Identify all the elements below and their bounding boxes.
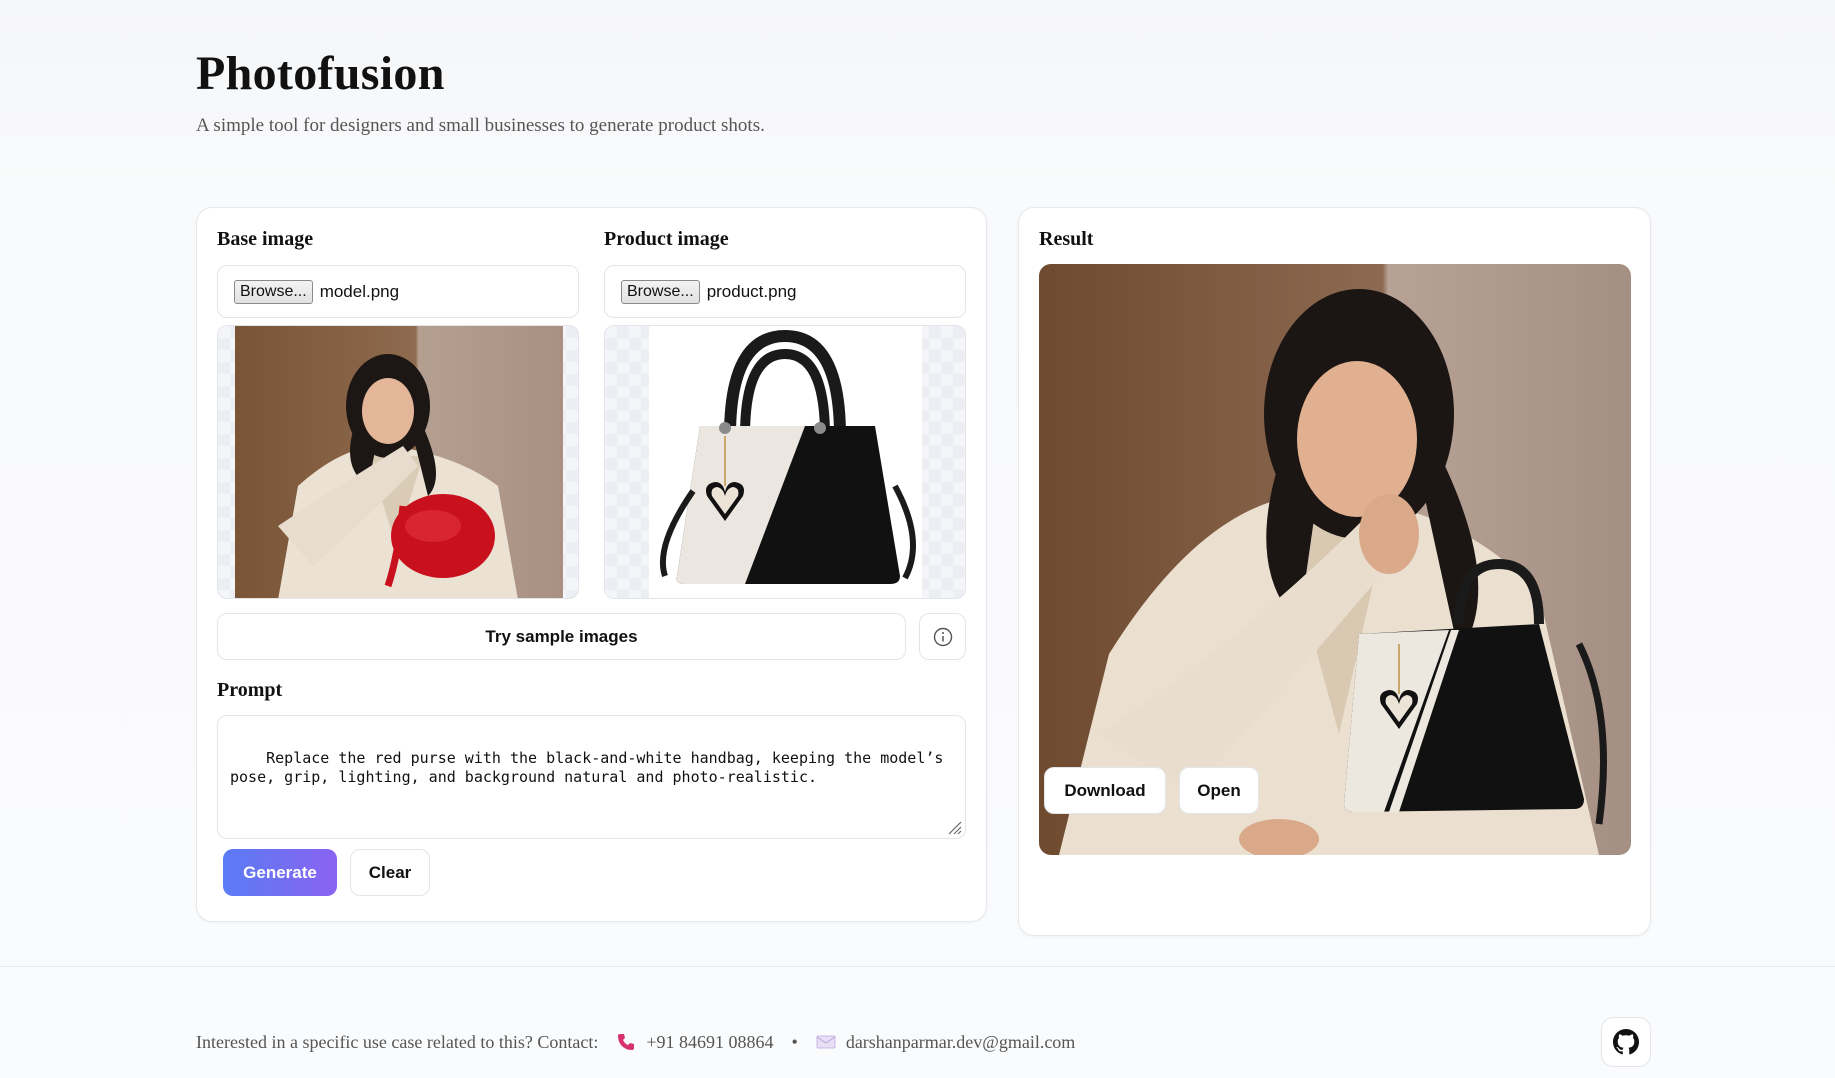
info-button[interactable] (919, 613, 966, 660)
model-photo (235, 326, 563, 598)
phone-icon (616, 1032, 636, 1052)
try-sample-images-button[interactable]: Try sample images (217, 613, 906, 660)
email-link[interactable]: darshanparmar.dev@gmail.com (846, 1032, 1076, 1053)
product-file-name: product.png (706, 281, 797, 301)
page-title: Photofusion (196, 47, 445, 100)
product-image-preview (604, 325, 966, 599)
info-icon (933, 627, 952, 646)
product-browse-button[interactable]: Browse... (621, 279, 700, 304)
footer-contact: Interested in a specific use case relate… (196, 1030, 1075, 1054)
resize-grip-icon[interactable] (945, 818, 963, 836)
footer-separator: • (791, 1031, 798, 1052)
download-button[interactable]: Download (1044, 767, 1166, 814)
product-image-file-input[interactable]: Browse... product.png (604, 265, 966, 318)
result-label: Result (1039, 228, 1094, 250)
base-file-name: model.png (319, 281, 400, 301)
phone-link[interactable]: +91 84691 08864 (646, 1032, 773, 1053)
open-button[interactable]: Open (1179, 767, 1259, 814)
footer-text: Interested in a specific use case relate… (196, 1031, 599, 1052)
input-card: Base image Product image Browse... model… (196, 207, 987, 922)
prompt-text: Replace the red purse with the black-and… (230, 749, 953, 786)
prompt-textarea[interactable]: Replace the red purse with the black-and… (217, 715, 966, 839)
result-card: Result Download Open (1018, 207, 1651, 936)
prompt-label: Prompt (217, 679, 283, 701)
base-image-label: Base image (217, 228, 314, 250)
product-image-label: Product image (604, 228, 729, 250)
handbag-photo (649, 326, 922, 598)
email-icon (816, 1034, 836, 1050)
generate-button[interactable]: Generate (223, 849, 337, 896)
github-button[interactable] (1601, 1017, 1651, 1067)
github-icon (1613, 1029, 1639, 1055)
clear-button[interactable]: Clear (350, 849, 430, 896)
base-browse-button[interactable]: Browse... (234, 279, 313, 304)
base-image-preview (217, 325, 579, 599)
base-image-file-input[interactable]: Browse... model.png (217, 265, 579, 318)
footer-divider (0, 966, 1835, 967)
page-subtitle: A simple tool for designers and small bu… (196, 115, 765, 136)
